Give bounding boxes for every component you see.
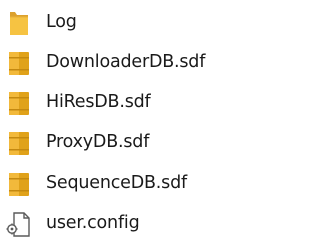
folder-icon <box>4 8 34 38</box>
file-item-hiresdb[interactable]: HiResDB.sdf <box>0 83 246 123</box>
file-list: Log DownloaderDB.sdf HiResDB.sdf ProxyDB… <box>0 0 246 248</box>
file-item-user-config[interactable]: user.config <box>0 204 246 244</box>
file-item-sequencedb[interactable]: SequenceDB.sdf <box>0 164 246 204</box>
file-name: SequenceDB.sdf <box>46 173 187 193</box>
database-file-icon <box>4 169 34 199</box>
file-item-log[interactable]: Log <box>0 3 246 43</box>
file-name: Log <box>46 12 77 32</box>
file-name: HiResDB.sdf <box>46 92 151 112</box>
file-name: DownloaderDB.sdf <box>46 52 206 72</box>
file-item-downloaderdb[interactable]: DownloaderDB.sdf <box>0 43 246 83</box>
file-item-proxydb[interactable]: ProxyDB.sdf <box>0 123 246 163</box>
file-name: user.config <box>46 213 140 233</box>
database-file-icon <box>4 128 34 158</box>
database-file-icon <box>4 88 34 118</box>
config-file-icon <box>4 209 34 239</box>
file-name: ProxyDB.sdf <box>46 132 150 152</box>
database-file-icon <box>4 48 34 78</box>
